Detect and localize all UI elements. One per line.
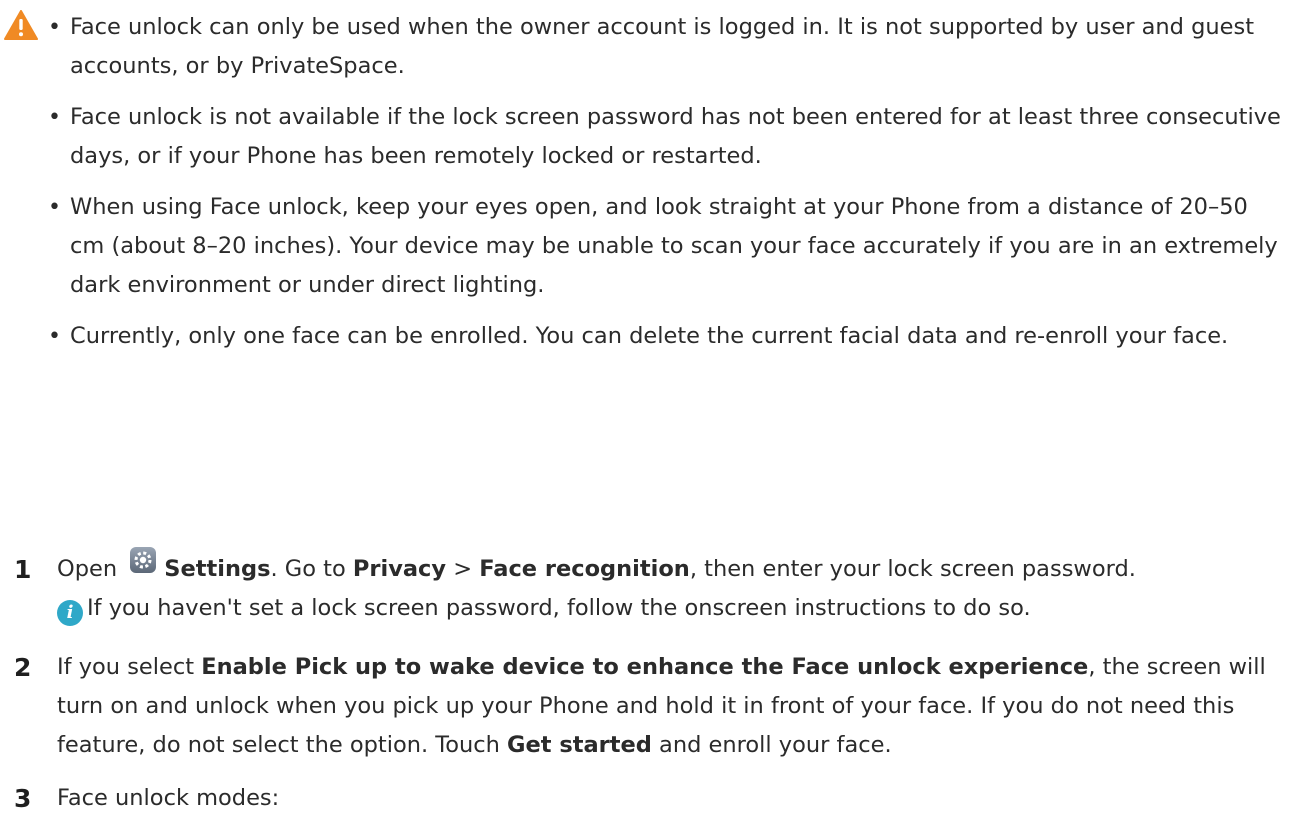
face-recognition-label: Face recognition bbox=[479, 556, 690, 582]
step-number: 2 bbox=[14, 653, 32, 682]
warning-bullet-list: • Face unlock can only be used when the o… bbox=[44, 0, 1289, 368]
warning-bullet: • When using Face unlock, keep your eyes … bbox=[48, 194, 1278, 298]
step-3: 3 Face unlock modes: bbox=[0, 779, 1297, 818]
settings-gear-icon bbox=[130, 547, 157, 573]
steps-list: 1 Open Settings. Go to Privacy > Face re… bbox=[0, 547, 1297, 818]
warning-bullet: • Face unlock can only be used when the o… bbox=[48, 14, 1255, 79]
step-2: 2 If you select Enable Pick up to wake d… bbox=[0, 648, 1297, 765]
step-number: 3 bbox=[14, 784, 32, 813]
info-note: i If you haven't set a lock screen passwo… bbox=[57, 589, 1297, 628]
step-number: 1 bbox=[14, 555, 32, 584]
warning-triangle-icon bbox=[4, 10, 38, 40]
warning-bullet: • Face unlock is not available if the loc… bbox=[48, 104, 1281, 169]
settings-label: Settings bbox=[164, 556, 271, 582]
privacy-label: Privacy bbox=[352, 556, 447, 582]
warning-bullet: • Currently, only one face can be enrolle… bbox=[48, 323, 1229, 349]
get-started-label: Get started bbox=[507, 732, 652, 758]
pick-up-to-wake-option: Enable Pick up to wake device to enhance… bbox=[201, 654, 1089, 680]
info-icon: i bbox=[57, 600, 83, 626]
step-1: 1 Open Settings. Go to Privacy > Face re… bbox=[0, 547, 1297, 628]
